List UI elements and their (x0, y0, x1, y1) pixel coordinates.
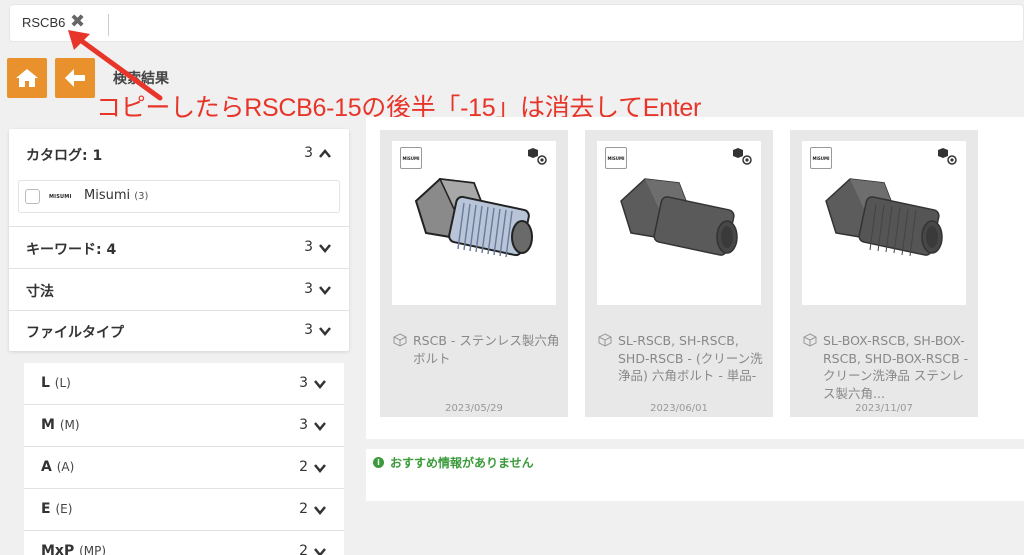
product-date: 2023/11/07 (855, 403, 913, 414)
view-3d-icon[interactable] (938, 147, 958, 165)
sub-facet-label: E (E) (41, 501, 73, 517)
recommendation-message: おすすめ情報がありません (390, 456, 534, 470)
chevron-down-icon[interactable] (313, 377, 327, 391)
search-tag: RSCB6 (22, 15, 66, 30)
sub-facet-l[interactable]: L (L) 3 (24, 363, 344, 405)
cube-icon (393, 333, 407, 347)
sub-facet-label: L (L) (41, 375, 71, 391)
misumi-logo: MISUMI (605, 147, 627, 169)
recommendation-panel: i おすすめ情報がありません (366, 449, 1024, 501)
bolt-image (414, 177, 533, 258)
sub-facet-count: 2 (299, 543, 308, 555)
misumi-logo: MISUMI (49, 194, 72, 200)
view-3d-icon[interactable] (528, 147, 548, 165)
facet-label: 寸法 (26, 284, 54, 300)
product-title[interactable]: SL-RSCB, SH-RSCB, SHD-RSCB - (クリーン洗浄品) 六… (618, 332, 766, 404)
sub-facet-label: MxP (MP) (41, 543, 107, 555)
facet-dimension[interactable]: 寸法 3 (9, 269, 349, 311)
misumi-logo: MISUMI (810, 147, 832, 169)
home-icon (16, 69, 38, 87)
product-title[interactable]: RSCB - ステンレス製六角ボルト (413, 332, 561, 367)
chevron-down-icon[interactable] (313, 503, 327, 517)
chevron-down-icon[interactable] (313, 545, 327, 555)
sub-facet-count: 3 (299, 417, 308, 433)
misumi-logo: MISUMI (400, 147, 422, 169)
chevron-down-icon[interactable] (318, 283, 332, 297)
sub-facet-count: 3 (299, 375, 308, 391)
facet-catalog[interactable]: カタログ: 1 3 MISUMI Misumi (3) (9, 129, 349, 227)
chevron-down-icon[interactable] (318, 241, 332, 255)
sub-facet-mxp[interactable]: MxP (MP) 2 (24, 531, 344, 555)
bolt-image (825, 178, 943, 257)
sub-facet-e[interactable]: E (E) 2 (24, 489, 344, 531)
product-thumbnail[interactable]: MISUMI (392, 141, 556, 305)
sub-facet-count: 2 (299, 501, 308, 517)
product-title[interactable]: SL-BOX-RSCB, SH-BOX-RSCB, SHD-BOX-RSCB -… (823, 332, 971, 404)
maker-checkbox[interactable] (25, 189, 40, 204)
results-panel: MISUMI RSCB - ステンレス製六角ボルト 2023/05/29 MIS… (366, 117, 1024, 439)
facet-count: 3 (304, 239, 313, 255)
facet-count: 3 (304, 281, 313, 297)
sub-facet-label: M (M) (41, 417, 80, 433)
maker-name: Misumi (3) (84, 188, 149, 203)
product-thumbnail[interactable]: MISUMI (597, 141, 761, 305)
facet-filetype[interactable]: ファイルタイプ 3 (9, 311, 349, 351)
sub-facet-count: 2 (299, 459, 308, 475)
result-card[interactable]: MISUMI SL-BOX-RSCB, SH-BOX-RSCB, SHD-BOX… (790, 130, 978, 417)
product-thumbnail[interactable]: MISUMI (802, 141, 966, 305)
maker-count: (3) (134, 191, 149, 202)
maker-option-misumi[interactable]: MISUMI Misumi (3) (18, 180, 340, 213)
view-3d-icon[interactable] (733, 147, 753, 165)
product-date: 2023/06/01 (650, 403, 708, 414)
result-card[interactable]: MISUMI RSCB - ステンレス製六角ボルト 2023/05/29 (380, 130, 568, 417)
filter-sidebar: カタログ: 1 3 MISUMI Misumi (3) キーワード: 4 3 寸… (9, 129, 349, 351)
home-button[interactable] (7, 58, 47, 98)
chevron-down-icon[interactable] (313, 461, 327, 475)
cube-icon (803, 333, 817, 347)
facet-label: ファイルタイプ (26, 325, 124, 341)
chevron-down-icon[interactable] (318, 324, 332, 338)
cube-icon (598, 333, 612, 347)
product-date: 2023/05/29 (445, 403, 503, 414)
facet-label: カタログ: 1 (26, 148, 103, 164)
bolt-image (620, 178, 738, 256)
result-card[interactable]: MISUMI SL-RSCB, SH-RSCB, SHD-RSCB - (クリー… (585, 130, 773, 417)
sub-facet-label: A (A) (41, 459, 75, 475)
sub-facet-m[interactable]: M (M) 3 (24, 405, 344, 447)
facet-keyword[interactable]: キーワード: 4 3 (9, 227, 349, 269)
facet-count: 3 (304, 145, 313, 161)
facet-label: キーワード: 4 (26, 242, 117, 258)
dimension-sub-facets: L (L) 3 M (M) 3 A (A) 2 E (E) 2 MxP (MP)… (24, 363, 344, 555)
sub-facet-a[interactable]: A (A) 2 (24, 447, 344, 489)
chevron-up-icon[interactable] (318, 147, 332, 161)
chevron-down-icon[interactable] (313, 419, 327, 433)
facet-count: 3 (304, 322, 313, 338)
info-icon: i (373, 457, 384, 468)
